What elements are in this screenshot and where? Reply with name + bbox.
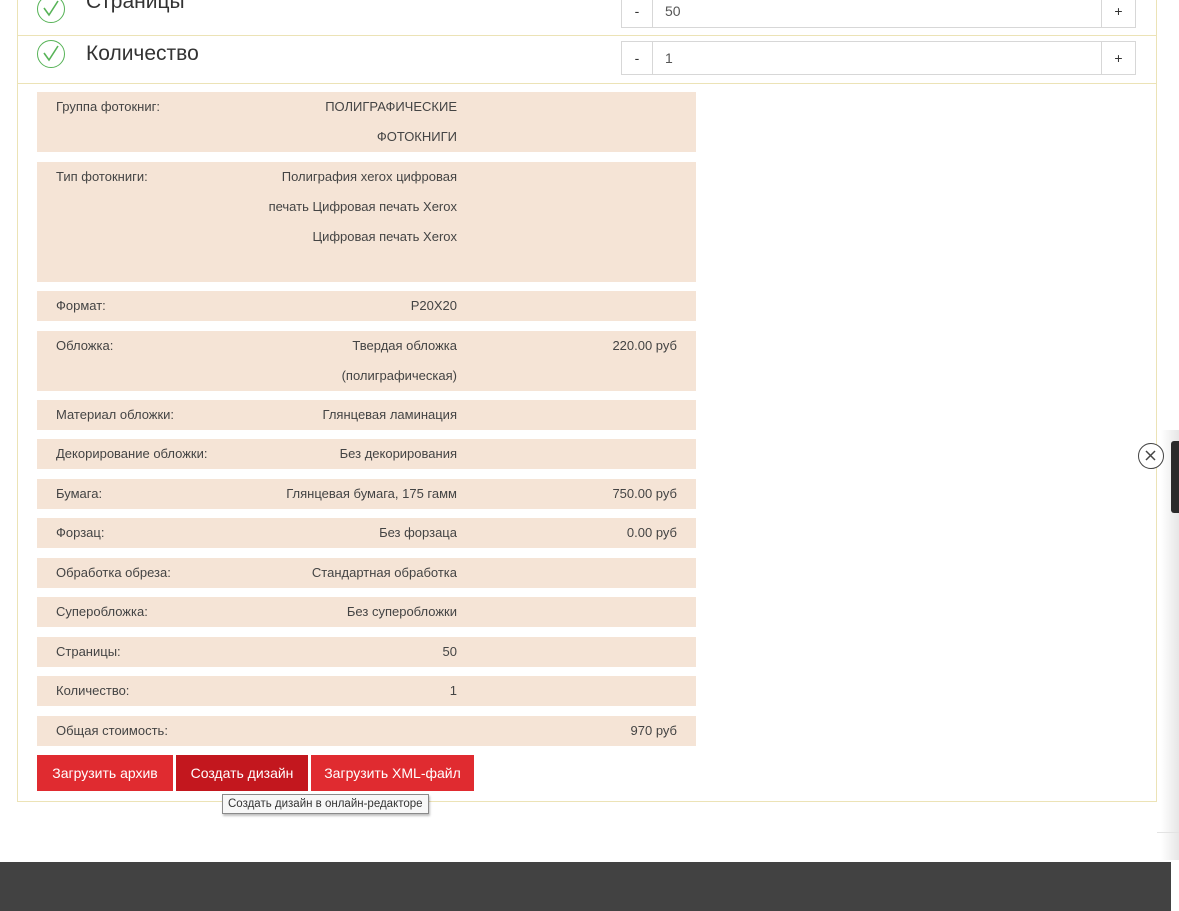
- increment-button[interactable]: +: [1101, 0, 1135, 27]
- summary-price: 220.00 руб: [612, 338, 677, 353]
- summary-key: Материал обложки:: [56, 407, 175, 422]
- summary-key: Обработка обреза:: [56, 565, 171, 580]
- pages-input[interactable]: 50: [665, 0, 681, 27]
- upload-xml-button[interactable]: Загрузить XML-файл: [311, 755, 474, 791]
- summary-row: Материал обложки: Глянцевая ламинация: [37, 400, 696, 430]
- side-panel-tab[interactable]: [1171, 441, 1179, 513]
- decrement-button[interactable]: -: [622, 0, 653, 27]
- summary-key: Обложка:: [56, 338, 114, 353]
- total-row: Общая стоимость: 970 руб: [37, 716, 696, 746]
- quantity-input[interactable]: 1: [665, 42, 673, 74]
- summary-key: Форзац:: [56, 525, 105, 540]
- summary-value: Без декорирования: [339, 446, 457, 461]
- tooltip: Создать дизайн в онлайн-редакторе: [222, 794, 429, 814]
- summary-value: Без суперобложки: [346, 604, 457, 619]
- summary-key: Бумага:: [56, 486, 103, 501]
- check-circle-icon: [37, 0, 65, 23]
- option-label: Количество: [86, 42, 199, 65]
- total-price: 970 руб: [630, 723, 677, 738]
- summary-price: 750.00 руб: [612, 486, 677, 501]
- summary-key: Количество:: [56, 683, 130, 698]
- upload-archive-button[interactable]: Загрузить архив: [37, 755, 173, 791]
- summary-row: Бумага: Глянцевая бумага, 175 гамм 750.0…: [37, 479, 696, 509]
- summary-row: Группа фотокниг: ПОЛИГРАФИЧЕСКИЕ ФОТОКНИ…: [37, 92, 696, 152]
- summary-value: Без форзаца: [379, 525, 457, 540]
- increment-button[interactable]: +: [1101, 42, 1135, 74]
- close-circle-icon[interactable]: [1138, 443, 1164, 469]
- summary-key: Группа фотокниг:: [56, 99, 160, 114]
- summary-row: Обработка обреза: Стандартная обработка: [37, 558, 696, 588]
- summary-key: Декорирование обложки:: [56, 446, 208, 461]
- divider: [1157, 832, 1179, 833]
- quantity-stepper[interactable]: - 1 +: [621, 41, 1136, 75]
- option-row-pages: Страницы - 50 +: [18, 0, 1156, 36]
- summary-value: Полиграфия xerox цифровая печать Цифрова…: [268, 169, 457, 244]
- check-circle-icon: [37, 40, 65, 68]
- option-label: Страницы: [86, 0, 185, 13]
- page-footer: [0, 862, 1171, 911]
- summary-value: 1: [449, 683, 457, 698]
- summary-row: Тип фотокниги: Полиграфия xerox цифровая…: [37, 162, 696, 282]
- total-label: Общая стоимость:: [56, 723, 168, 738]
- option-row-quantity: Количество - 1 +: [18, 35, 1156, 84]
- summary-value: P20X20: [410, 298, 457, 313]
- pages-stepper[interactable]: - 50 +: [621, 0, 1136, 28]
- summary-key: Страницы:: [56, 644, 121, 659]
- summary-value: Стандартная обработка: [311, 565, 457, 580]
- summary-row: Суперобложка: Без суперобложки: [37, 597, 696, 627]
- summary-value: ПОЛИГРАФИЧЕСКИЕ ФОТОКНИГИ: [325, 99, 457, 144]
- summary-row: Декорирование обложки: Без декорирования: [37, 439, 696, 469]
- create-design-button[interactable]: Создать дизайн: [176, 755, 308, 791]
- summary-price: 0.00 руб: [626, 525, 677, 540]
- summary-row: Страницы: 50: [37, 637, 696, 667]
- summary-value: 50: [442, 644, 457, 659]
- summary-row: Форзац: Без форзаца 0.00 руб: [37, 518, 696, 548]
- summary-value: Глянцевая бумага, 175 гамм: [286, 486, 457, 501]
- summary-key: Суперобложка:: [56, 604, 148, 619]
- summary-value: Твердая обложка (полиграфическая): [341, 338, 457, 383]
- summary-value: Глянцевая ламинация: [322, 407, 457, 422]
- decrement-button[interactable]: -: [622, 42, 653, 74]
- summary-key: Формат:: [56, 298, 106, 313]
- summary-key: Тип фотокниги:: [56, 169, 148, 184]
- summary-row: Формат: P20X20: [37, 291, 696, 321]
- summary-row: Количество: 1: [37, 676, 696, 706]
- summary-row: Обложка: Твердая обложка (полиграфическа…: [37, 331, 696, 391]
